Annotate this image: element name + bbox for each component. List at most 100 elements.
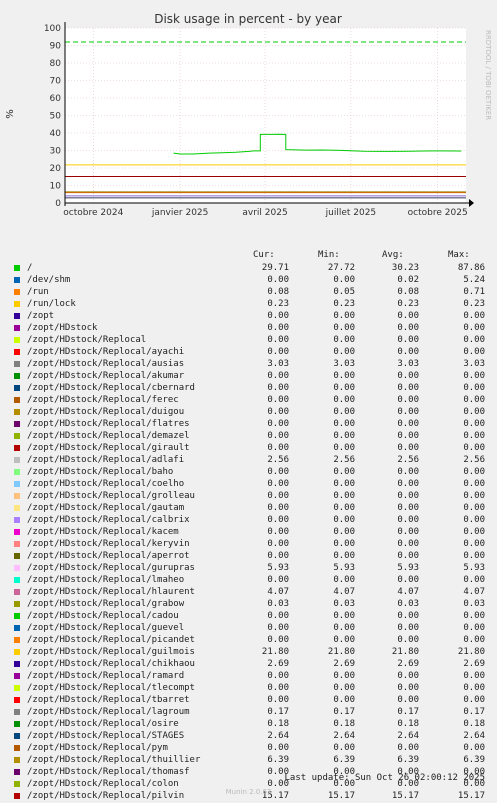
legend-min: 0.05 [333, 287, 355, 297]
legend-max: 0.00 [463, 371, 485, 381]
legend-name: /zopt/HDstock/Replocal/cadou [27, 611, 179, 621]
legend-min: 0.00 [333, 371, 355, 381]
legend-avg: 2.69 [397, 659, 419, 669]
x-tick-label: avril 2025 [242, 208, 287, 218]
legend-swatch [14, 421, 20, 427]
legend-avg: 0.00 [397, 323, 419, 333]
legend-swatch [14, 313, 20, 319]
legend-header: Cur: Min: Avg: Max: [0, 250, 497, 262]
legend-row: /run 0.08 0.05 0.08 0.71 [0, 286, 497, 298]
legend-row: /zopt/HDstock/Replocal/gurupras 5.93 5.93 5… [0, 562, 497, 574]
y-tick-label: 60 [50, 94, 62, 104]
legend-max: 0.00 [463, 611, 485, 621]
y-tick-label: 30 [50, 147, 62, 157]
legend-row: /zopt/HDstock/Replocal/adlafi 2.56 2.56 2.5… [0, 454, 497, 466]
legend-swatch [14, 601, 20, 607]
legend-row: /zopt/HDstock/Replocal/ayachi 0.00 0.00 0.0… [0, 346, 497, 358]
legend-swatch [14, 613, 20, 619]
legend-cur: 2.69 [267, 659, 289, 669]
legend-min: 0.00 [333, 695, 355, 705]
legend-min: 0.00 [333, 683, 355, 693]
legend-max: 0.00 [463, 395, 485, 405]
legend-max: 0.00 [463, 743, 485, 753]
legend-avg: 0.00 [397, 575, 419, 585]
legend-max: 0.03 [463, 599, 485, 609]
legend-cur: 0.00 [267, 431, 289, 441]
legend-max: 0.00 [463, 323, 485, 333]
legend-min: 2.69 [333, 659, 355, 669]
legend-row: /zopt/HDstock/Replocal 0.00 0.00 0.00 0.00 [0, 334, 497, 346]
legend-min: 0.00 [333, 503, 355, 513]
legend-min: 0.00 [333, 671, 355, 681]
legend-row: /zopt/HDstock/Replocal/ramard 0.00 0.00 0.0… [0, 670, 497, 682]
legend-avg: 4.07 [397, 587, 419, 597]
legend-max: 0.00 [463, 623, 485, 633]
rrdtool-credit: RRDTOOL / TOBI OETIKER [484, 30, 492, 120]
legend-cur: 0.00 [267, 335, 289, 345]
legend-swatch [14, 373, 20, 379]
legend-swatch [14, 277, 20, 283]
legend-avg: 0.00 [397, 635, 419, 645]
legend-row: /zopt/HDstock/Replocal/tlecompt 0.00 0.00 0… [0, 682, 497, 694]
legend-swatch [14, 301, 20, 307]
legend-name: / [27, 263, 33, 273]
legend-cur: 2.56 [267, 455, 289, 465]
legend-swatch [14, 721, 20, 727]
legend-row: /zopt/HDstock/Replocal/cbernard 0.00 0.00 0… [0, 382, 497, 394]
legend-avg: 0.00 [397, 491, 419, 501]
legend-avg: 0.00 [397, 527, 419, 537]
legend-avg: 6.39 [397, 755, 419, 765]
legend-min: 0.00 [333, 479, 355, 489]
legend-avg: 0.00 [397, 407, 419, 417]
legend-avg: 0.00 [397, 335, 419, 345]
legend-max: 0.00 [463, 575, 485, 585]
legend-name: /zopt/HDstock/Replocal/ausias [27, 359, 185, 369]
legend-min: 4.07 [333, 587, 355, 597]
legend-avg: 30.23 [391, 263, 419, 273]
legend-swatch [14, 517, 20, 523]
legend-max: 0.00 [463, 527, 485, 537]
legend-row: /zopt/HDstock/Replocal/kacem 0.00 0.00 0.00… [0, 526, 497, 538]
legend-min: 0.00 [333, 467, 355, 477]
legend-row: /zopt/HDstock/Replocal/girault 0.00 0.00 0.… [0, 442, 497, 454]
legend-swatch [14, 385, 20, 391]
legend-min: 0.00 [333, 395, 355, 405]
legend-max: 0.18 [463, 719, 485, 729]
legend-name: /zopt/HDstock/Replocal/akumar [27, 371, 185, 381]
legend-min: 0.03 [333, 599, 355, 609]
legend-avg: 0.00 [397, 467, 419, 477]
legend-min: 2.64 [333, 731, 355, 741]
legend-name: /zopt/HDstock/Replocal/picandet [27, 635, 195, 645]
legend-swatch [14, 769, 20, 775]
legend-row: /zopt/HDstock/Replocal/flatres 0.00 0.00 0.… [0, 418, 497, 430]
y-tick-labels: 0 10 20 30 40 50 60 70 80 90 100 [44, 24, 61, 209]
legend-avg: 0.00 [397, 383, 419, 393]
legend-avg: 2.56 [397, 455, 419, 465]
x-tick-label: octobre 2025 [408, 208, 468, 218]
legend-min: 6.39 [333, 755, 355, 765]
y-tick-label: 70 [50, 77, 62, 87]
legend-row: /zopt/HDstock/Replocal/cadou 0.00 0.00 0.00… [0, 610, 497, 622]
y-tick-label: 90 [50, 42, 62, 52]
legend-max: 5.24 [463, 275, 485, 285]
legend-swatch [14, 469, 20, 475]
legend-header-cur: Cur: [253, 250, 275, 260]
legend-min: 27.72 [327, 263, 355, 273]
legend-swatch [14, 349, 20, 355]
legend-avg: 0.00 [397, 479, 419, 489]
legend-max: 0.00 [463, 503, 485, 513]
legend-swatch [14, 709, 20, 715]
legend-min: 0.00 [333, 431, 355, 441]
legend-row: /zopt 0.00 0.00 0.00 0.00 [0, 310, 497, 322]
legend-cur: 0.00 [267, 395, 289, 405]
legend-swatch [14, 397, 20, 403]
x-tick-label: octobre 2024 [63, 208, 123, 218]
legend-swatch [14, 481, 20, 487]
legend-header-max: Max: [448, 250, 470, 260]
legend-cur: 5.93 [267, 563, 289, 573]
legend-max: 0.00 [463, 419, 485, 429]
legend-min: 0.00 [333, 539, 355, 549]
y-tick-label: 0 [55, 199, 61, 209]
legend-max: 0.00 [463, 383, 485, 393]
legend-name: /dev/shm [27, 275, 71, 285]
